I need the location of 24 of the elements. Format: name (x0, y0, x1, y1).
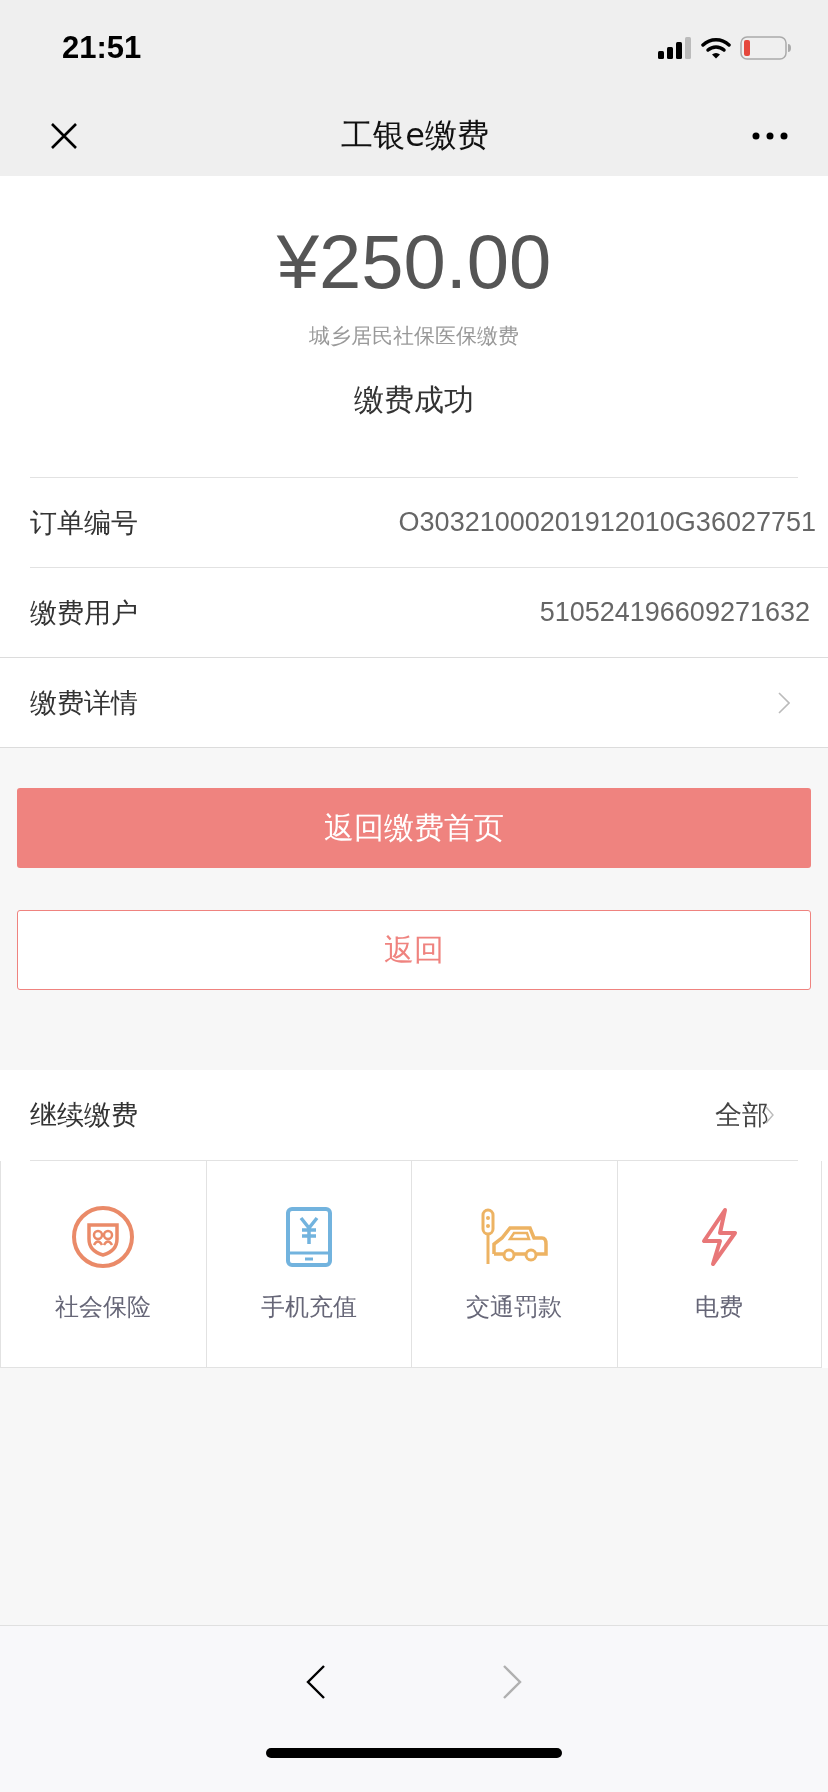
service-tile[interactable]: 手机充值 (205, 1161, 411, 1367)
section-title: 继续缴费 (30, 1098, 138, 1132)
service-tile[interactable]: 电费 (616, 1161, 822, 1367)
lightning-icon (699, 1205, 740, 1269)
service-tile[interactable]: 社会保险 (0, 1161, 206, 1367)
wifi-icon (701, 37, 731, 59)
service-tile[interactable]: 交通罚款 (411, 1161, 617, 1367)
status-time: 21:51 (62, 30, 142, 66)
detail-label: 订单编号 (30, 505, 138, 540)
detail-label: 缴费详情 (30, 685, 138, 720)
page-title: 工银e缴费 (341, 115, 489, 156)
signal-icon (658, 37, 692, 59)
more-icon[interactable] (752, 132, 788, 140)
detail-label: 缴费用户 (30, 595, 138, 630)
phone-icon (284, 1205, 333, 1269)
all-link[interactable]: 全部 (715, 1097, 769, 1133)
close-icon[interactable] (50, 122, 78, 150)
payment-status: 缴费成功 (354, 381, 474, 419)
battery-icon (740, 36, 792, 60)
payment-item: 城乡居民社保医保缴费 (309, 323, 519, 350)
detail-value: 510524196609271632 (539, 597, 810, 628)
payment-amount: ¥250.00 (276, 224, 552, 300)
shield-icon (71, 1205, 136, 1269)
detail-value: O30321000201912010G36027751 (398, 507, 816, 538)
